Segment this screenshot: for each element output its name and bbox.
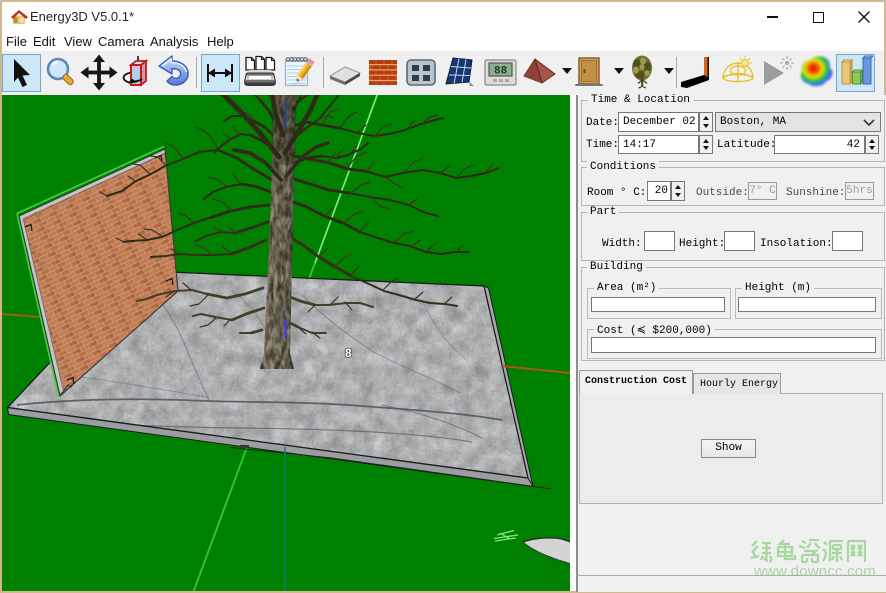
- svg-text:88: 88: [494, 66, 508, 78]
- svg-text:8: 8: [345, 346, 352, 360]
